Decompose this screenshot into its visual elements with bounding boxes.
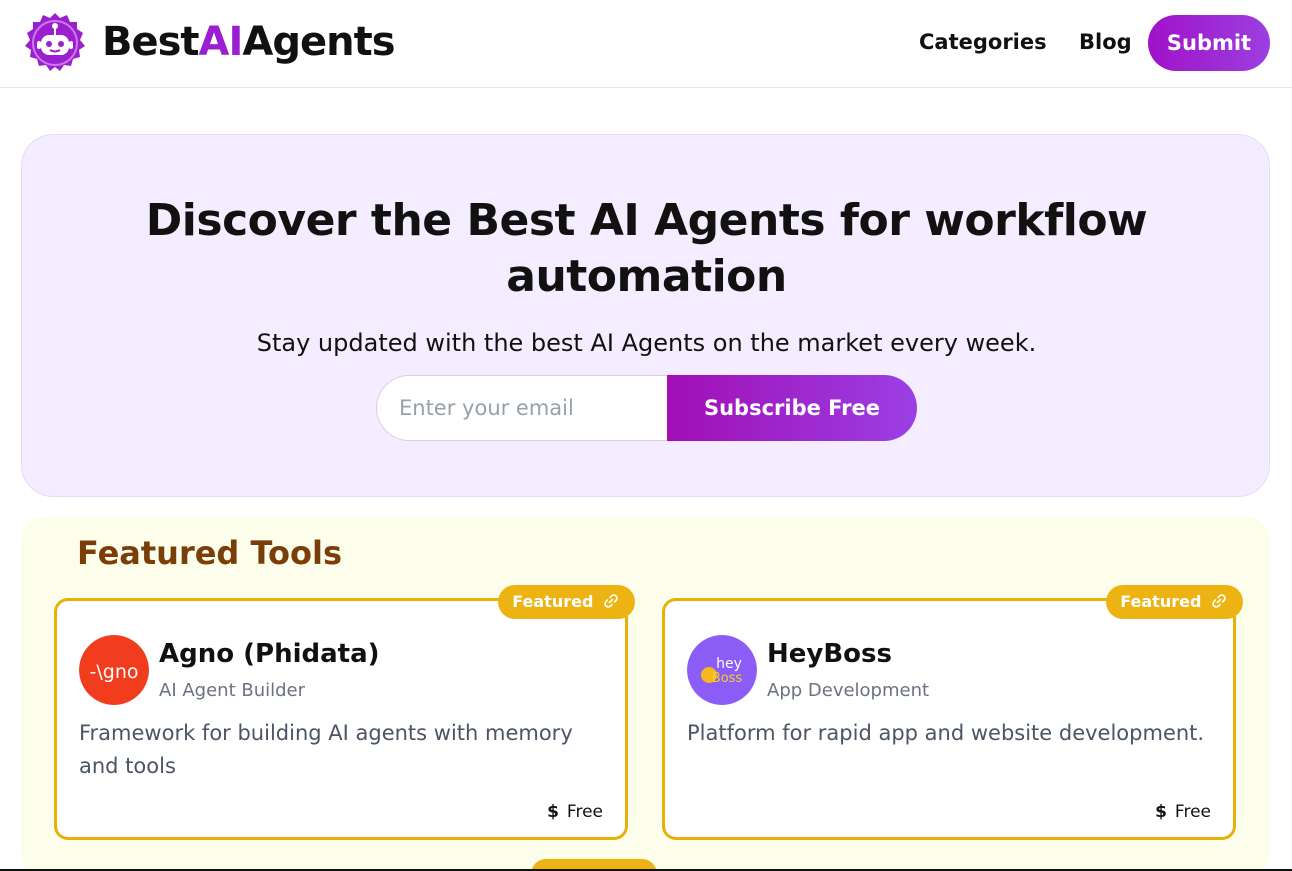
page: BestAIAgents Categories Blog Submit Disc… (0, 0, 1292, 871)
tool-card-agno[interactable]: Featured -\gno Agno (Phidata) AI Agent B… (54, 585, 635, 840)
heyboss-logo-icon: hey Boss (687, 635, 757, 705)
subscribe-button[interactable]: Subscribe Free (667, 375, 917, 441)
featured-badge-label: Featured (1120, 592, 1202, 611)
dollar-icon: $ (1155, 802, 1167, 822)
hero-section: Discover the Best AI Agents for workflow… (21, 134, 1270, 497)
heyboss-logo-text-2: Boss (712, 671, 743, 686)
featured-badge-label: Featured (512, 592, 594, 611)
featured-badge[interactable]: Featured (1106, 585, 1243, 619)
nav-blog-link[interactable]: Blog (1079, 27, 1132, 57)
robot-badge-icon[interactable] (23, 11, 87, 75)
heyboss-logo-text-1: hey (716, 656, 742, 672)
submit-button[interactable]: Submit (1148, 15, 1270, 71)
featured-title: Featured Tools (77, 534, 343, 572)
price-label: Free (1174, 802, 1211, 822)
tool-description: Framework for building AI agents with me… (79, 721, 573, 778)
brand-name[interactable]: BestAIAgents (102, 14, 396, 70)
brand-name-part2: AI (198, 19, 244, 65)
hero-subtitle: Stay updated with the best AI Agents on … (256, 329, 1037, 357)
price-label: Free (566, 802, 603, 822)
link-icon (603, 587, 619, 608)
email-input[interactable] (376, 375, 671, 441)
link-icon (1211, 587, 1227, 608)
agno-logo-icon: -\gno (79, 635, 149, 705)
tool-category: App Development (767, 680, 930, 701)
dollar-icon: $ (547, 802, 559, 822)
agno-logo-text: -\gno (90, 661, 139, 683)
tool-price: $ Free (1155, 801, 1211, 823)
tool-name: Agno (Phidata) (159, 639, 380, 669)
tool-description: Platform for rapid app and website devel… (687, 721, 1205, 745)
brand-name-part3: Agents (242, 19, 395, 65)
brand-name-part1: Best (102, 19, 200, 65)
featured-badge[interactable]: Featured (498, 585, 635, 619)
hero-title: Discover the Best AI Agents for workflow… (145, 195, 1148, 302)
site-header: BestAIAgents Categories Blog Submit (0, 0, 1292, 88)
tool-category: AI Agent Builder (159, 680, 306, 701)
nav-categories-link[interactable]: Categories (919, 27, 1047, 57)
tool-price: $ Free (547, 801, 603, 823)
featured-section: Featured Tools Featured -\gno Agno (Phid… (21, 517, 1270, 871)
tool-card-heyboss[interactable]: Featured hey Boss HeyBoss App Developmen… (662, 585, 1243, 840)
tool-name: HeyBoss (767, 639, 892, 669)
